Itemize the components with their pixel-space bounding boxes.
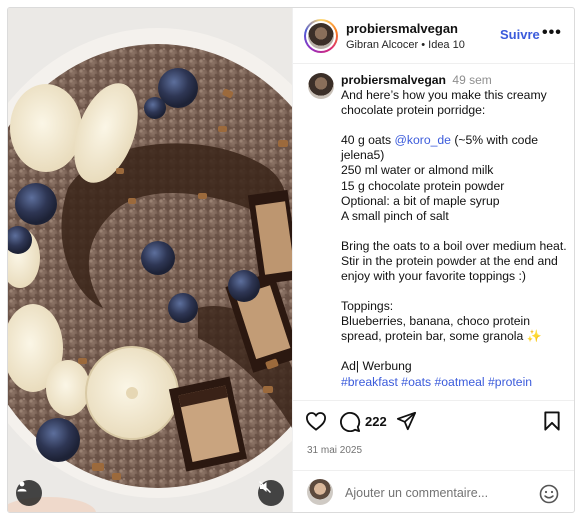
comment-input[interactable]	[345, 484, 525, 502]
actions-bar: 222 31 mai 2025	[293, 400, 574, 470]
caption-toppings-text: Blueberries, banana, choco protein sprea…	[341, 314, 542, 344]
emoji-button[interactable]	[539, 484, 559, 509]
caption-method: Bring the oats to a boil over medium hea…	[341, 238, 567, 284]
save-button[interactable]	[543, 411, 561, 436]
audio-artist: Gibran Alcocer	[346, 39, 419, 51]
post-card: probiersmalvegan Gibran Alcocer • Idea 1…	[7, 7, 575, 513]
share-icon	[396, 411, 417, 431]
comment-composer	[293, 470, 574, 512]
caption-oats-line: 40 g oats @koro_de (~5% with code jelena…	[341, 133, 539, 163]
caption-text: And here’s how you make this creamy choc…	[341, 88, 567, 390]
mute-button[interactable]	[258, 480, 284, 506]
caption-section: probiersmalvegan 49 sem And here’s how y…	[293, 65, 574, 400]
caption-ingredients: 250 ml water or almond milk 15 g chocola…	[341, 163, 505, 223]
audio-separator: •	[421, 39, 426, 51]
comment-button[interactable]	[339, 411, 361, 437]
post-date[interactable]: 31 mai 2025	[307, 445, 362, 456]
caption-hashtags[interactable]: #breakfast #oats #oatmeal #protein	[341, 375, 567, 390]
koro-mention-link[interactable]: @koro_de	[395, 133, 451, 147]
comment-icon	[340, 412, 361, 433]
heart-icon	[305, 412, 327, 431]
share-button[interactable]	[396, 411, 417, 436]
follow-button[interactable]: Suivre	[500, 27, 540, 42]
emoji-icon	[539, 484, 559, 504]
caption-time[interactable]: 49 sem	[452, 73, 491, 87]
tagged-users-button[interactable]	[16, 480, 42, 506]
viewer-avatar	[307, 479, 333, 505]
mute-icon	[259, 481, 271, 493]
audio-track: Idea 10	[428, 39, 465, 51]
caption-ad-label: Ad| Werbung	[341, 359, 412, 374]
caption-body: probiersmalvegan 49 sem And here’s how y…	[341, 73, 567, 390]
caption-toppings-title: Toppings:	[341, 299, 394, 314]
caption-username[interactable]: probiersmalvegan	[341, 73, 446, 87]
caption-intro: And here’s how you make this creamy choc…	[341, 88, 547, 118]
more-options-icon[interactable]: •••	[542, 25, 562, 41]
post-media[interactable]	[8, 8, 292, 512]
audio-attribution[interactable]: Gibran Alcocer • Idea 10	[346, 39, 465, 51]
bookmark-icon	[544, 411, 560, 431]
porridge-photo	[8, 8, 292, 512]
user-tag-icon	[17, 481, 27, 492]
comment-count: 222	[365, 414, 387, 429]
post-header: probiersmalvegan Gibran Alcocer • Idea 1…	[293, 8, 574, 64]
author-avatar[interactable]	[304, 19, 338, 53]
post-side-panel: probiersmalvegan Gibran Alcocer • Idea 1…	[292, 8, 574, 512]
like-button[interactable]	[305, 411, 327, 436]
caption-avatar[interactable]	[308, 73, 334, 99]
author-username[interactable]: probiersmalvegan	[346, 21, 458, 36]
